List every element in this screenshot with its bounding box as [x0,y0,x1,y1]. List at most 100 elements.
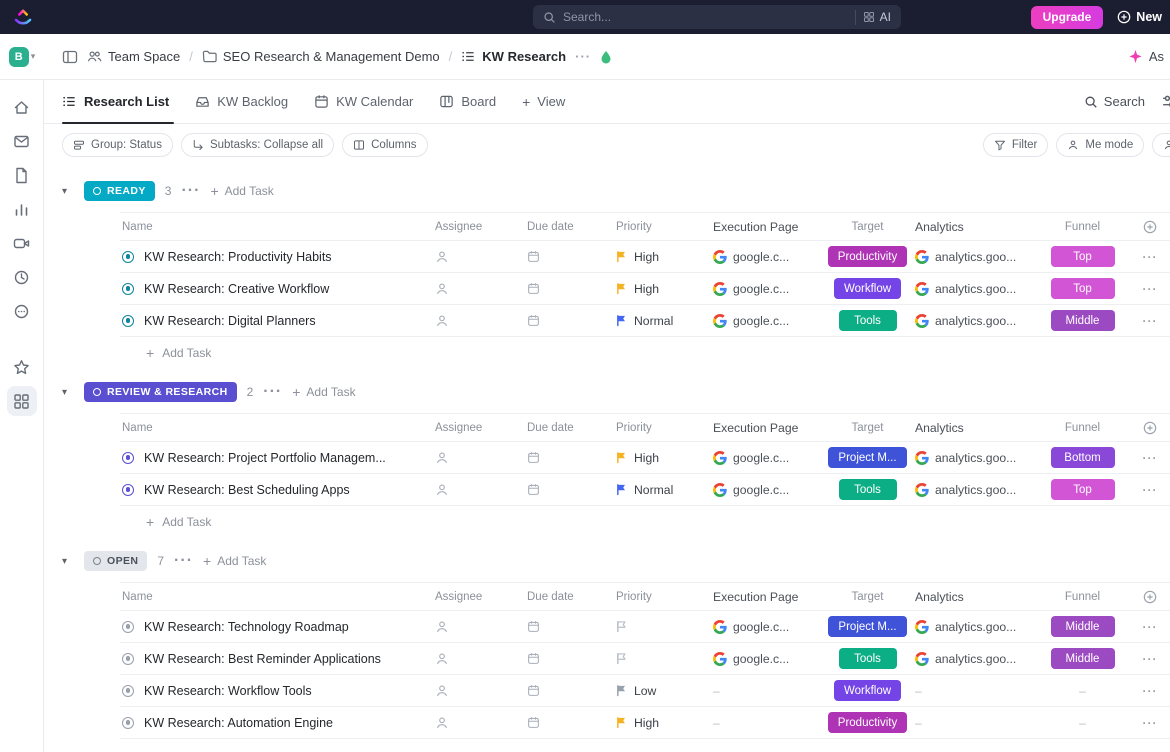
task-status-icon[interactable] [122,315,134,327]
group-status-badge[interactable]: READY [84,181,155,201]
column-header-assignee[interactable]: Assignee [435,591,527,603]
column-header-analytics[interactable]: Analytics [915,220,1035,234]
column-header-analytics[interactable]: Analytics [915,421,1035,435]
add-column-button[interactable] [1130,220,1170,234]
group-add-task-button[interactable]: +Add Task [292,385,355,399]
group-add-task-button[interactable]: +Add Task [203,554,266,568]
assignee-add-button[interactable] [435,684,527,698]
task-name[interactable]: KW Research: Best Reminder Applications [144,652,393,666]
task-status-icon[interactable] [122,621,134,633]
table-row[interactable]: KW Research: Workflow ToolsLow–Workflow–… [120,675,1170,707]
task-status-icon[interactable] [122,717,134,729]
due-date-button[interactable] [527,716,616,729]
tab-kw-calendar[interactable]: KW Calendar [301,80,426,123]
analytics-link[interactable]: analytics.goo... [915,483,1035,497]
table-row[interactable]: KW Research: Productivity HabitsHighgoog… [120,241,1170,273]
ask-ai-button[interactable]: As [1128,49,1164,64]
column-header-funnel[interactable]: Funnel [1035,221,1130,233]
workspace-switcher[interactable]: B ▾ [0,34,44,79]
assignee-add-button[interactable] [435,652,527,666]
column-header-exec[interactable]: Execution Page [713,220,820,234]
priority-cell[interactable]: High [616,282,713,296]
row-menu-button[interactable]: ··· [1130,451,1170,465]
tab-kw-backlog[interactable]: KW Backlog [182,80,301,123]
due-date-button[interactable] [527,684,616,697]
target-badge[interactable]: Project M... [828,447,906,468]
group-menu-button[interactable]: ··· [181,182,200,200]
target-badge[interactable]: Workflow [834,680,901,701]
row-menu-button[interactable]: ··· [1130,483,1170,497]
add-task-row-button[interactable]: +Add Task [120,506,1170,538]
column-header-analytics[interactable]: Analytics [915,590,1035,604]
task-status-icon[interactable] [122,283,134,295]
sidebar-item-favorites[interactable] [7,352,37,382]
collapse-caret-icon[interactable]: ▾ [62,186,74,197]
row-menu-button[interactable]: ··· [1130,314,1170,328]
due-date-button[interactable] [527,282,616,295]
table-row[interactable]: KW Research: Technology Roadmapgoogle.c.… [120,611,1170,643]
target-badge[interactable]: Project M... [828,616,906,637]
due-date-button[interactable] [527,483,616,496]
customize-icon[interactable] [1161,93,1170,110]
global-search[interactable]: AI [533,5,901,29]
view-search-button[interactable]: Search [1084,94,1145,109]
sidebar-item-dashboards[interactable] [7,194,37,224]
due-date-button[interactable] [527,652,616,665]
task-name[interactable]: KW Research: Automation Engine [144,716,345,730]
priority-cell[interactable]: Normal [616,483,713,497]
row-menu-button[interactable]: ··· [1130,652,1170,666]
column-header-target[interactable]: Target [820,591,915,603]
priority-cell[interactable]: Normal [616,314,713,328]
execution-page-link[interactable]: google.c... [713,314,820,328]
new-button[interactable]: New [1117,10,1162,24]
execution-page-link[interactable]: google.c... [713,250,820,264]
assignee-add-button[interactable] [435,282,527,296]
column-header-assignee[interactable]: Assignee [435,422,527,434]
column-header-target[interactable]: Target [820,221,915,233]
add-task-row-button[interactable]: +Add Task [120,337,1170,369]
global-search-input[interactable] [563,10,848,24]
task-name[interactable]: KW Research: Technology Roadmap [144,620,361,634]
assignee-add-button[interactable] [435,716,527,730]
table-row[interactable]: KW Research: Automation EngineHigh–Produ… [120,707,1170,739]
column-header-assignee[interactable]: Assignee [435,221,527,233]
task-status-icon[interactable] [122,452,134,464]
table-row[interactable]: KW Research: Project Portfolio Managem..… [120,442,1170,474]
sidebar-item-inbox[interactable] [7,126,37,156]
execution-page-link[interactable]: google.c... [713,282,820,296]
target-badge[interactable]: Productivity [828,712,907,733]
upgrade-button[interactable]: Upgrade [1031,6,1104,29]
task-name[interactable]: KW Research: Project Portfolio Managem..… [144,451,398,465]
target-badge[interactable]: Productivity [828,246,907,267]
column-header-priority[interactable]: Priority [616,422,713,434]
group-add-task-button[interactable]: +Add Task [210,184,273,198]
me-mode-button[interactable]: Me mode [1056,133,1144,157]
analytics-link[interactable]: analytics.goo... [915,250,1035,264]
group-status-badge[interactable]: OPEN [84,551,147,571]
task-status-icon[interactable] [122,484,134,496]
column-header-name[interactable]: Name [120,221,435,233]
tab-research-list[interactable]: Research List [62,80,182,123]
priority-cell[interactable]: High [616,451,713,465]
column-header-exec[interactable]: Execution Page [713,590,820,604]
collapse-caret-icon[interactable]: ▾ [62,387,74,398]
column-header-priority[interactable]: Priority [616,591,713,603]
execution-page-link[interactable]: google.c... [713,483,820,497]
priority-cell[interactable] [616,652,713,665]
tab-board[interactable]: Board [426,80,509,123]
due-date-button[interactable] [527,620,616,633]
task-name[interactable]: KW Research: Workflow Tools [144,684,324,698]
assignee-add-button[interactable] [435,483,527,497]
assignee-filter-button[interactable]: A [1152,133,1170,157]
collapse-caret-icon[interactable]: ▾ [62,556,74,567]
row-menu-button[interactable]: ··· [1130,684,1170,698]
ai-button[interactable]: AI [863,10,891,24]
sidebar-item-more[interactable] [7,296,37,326]
group-by-button[interactable]: Group: Status [62,133,173,157]
funnel-badge[interactable]: Top [1051,278,1115,299]
row-menu-button[interactable]: ··· [1130,282,1170,296]
assignee-add-button[interactable] [435,620,527,634]
clickup-logo[interactable] [12,6,34,28]
breadcrumb-more-button[interactable]: ··· [575,49,591,64]
priority-cell[interactable]: Low [616,684,713,698]
